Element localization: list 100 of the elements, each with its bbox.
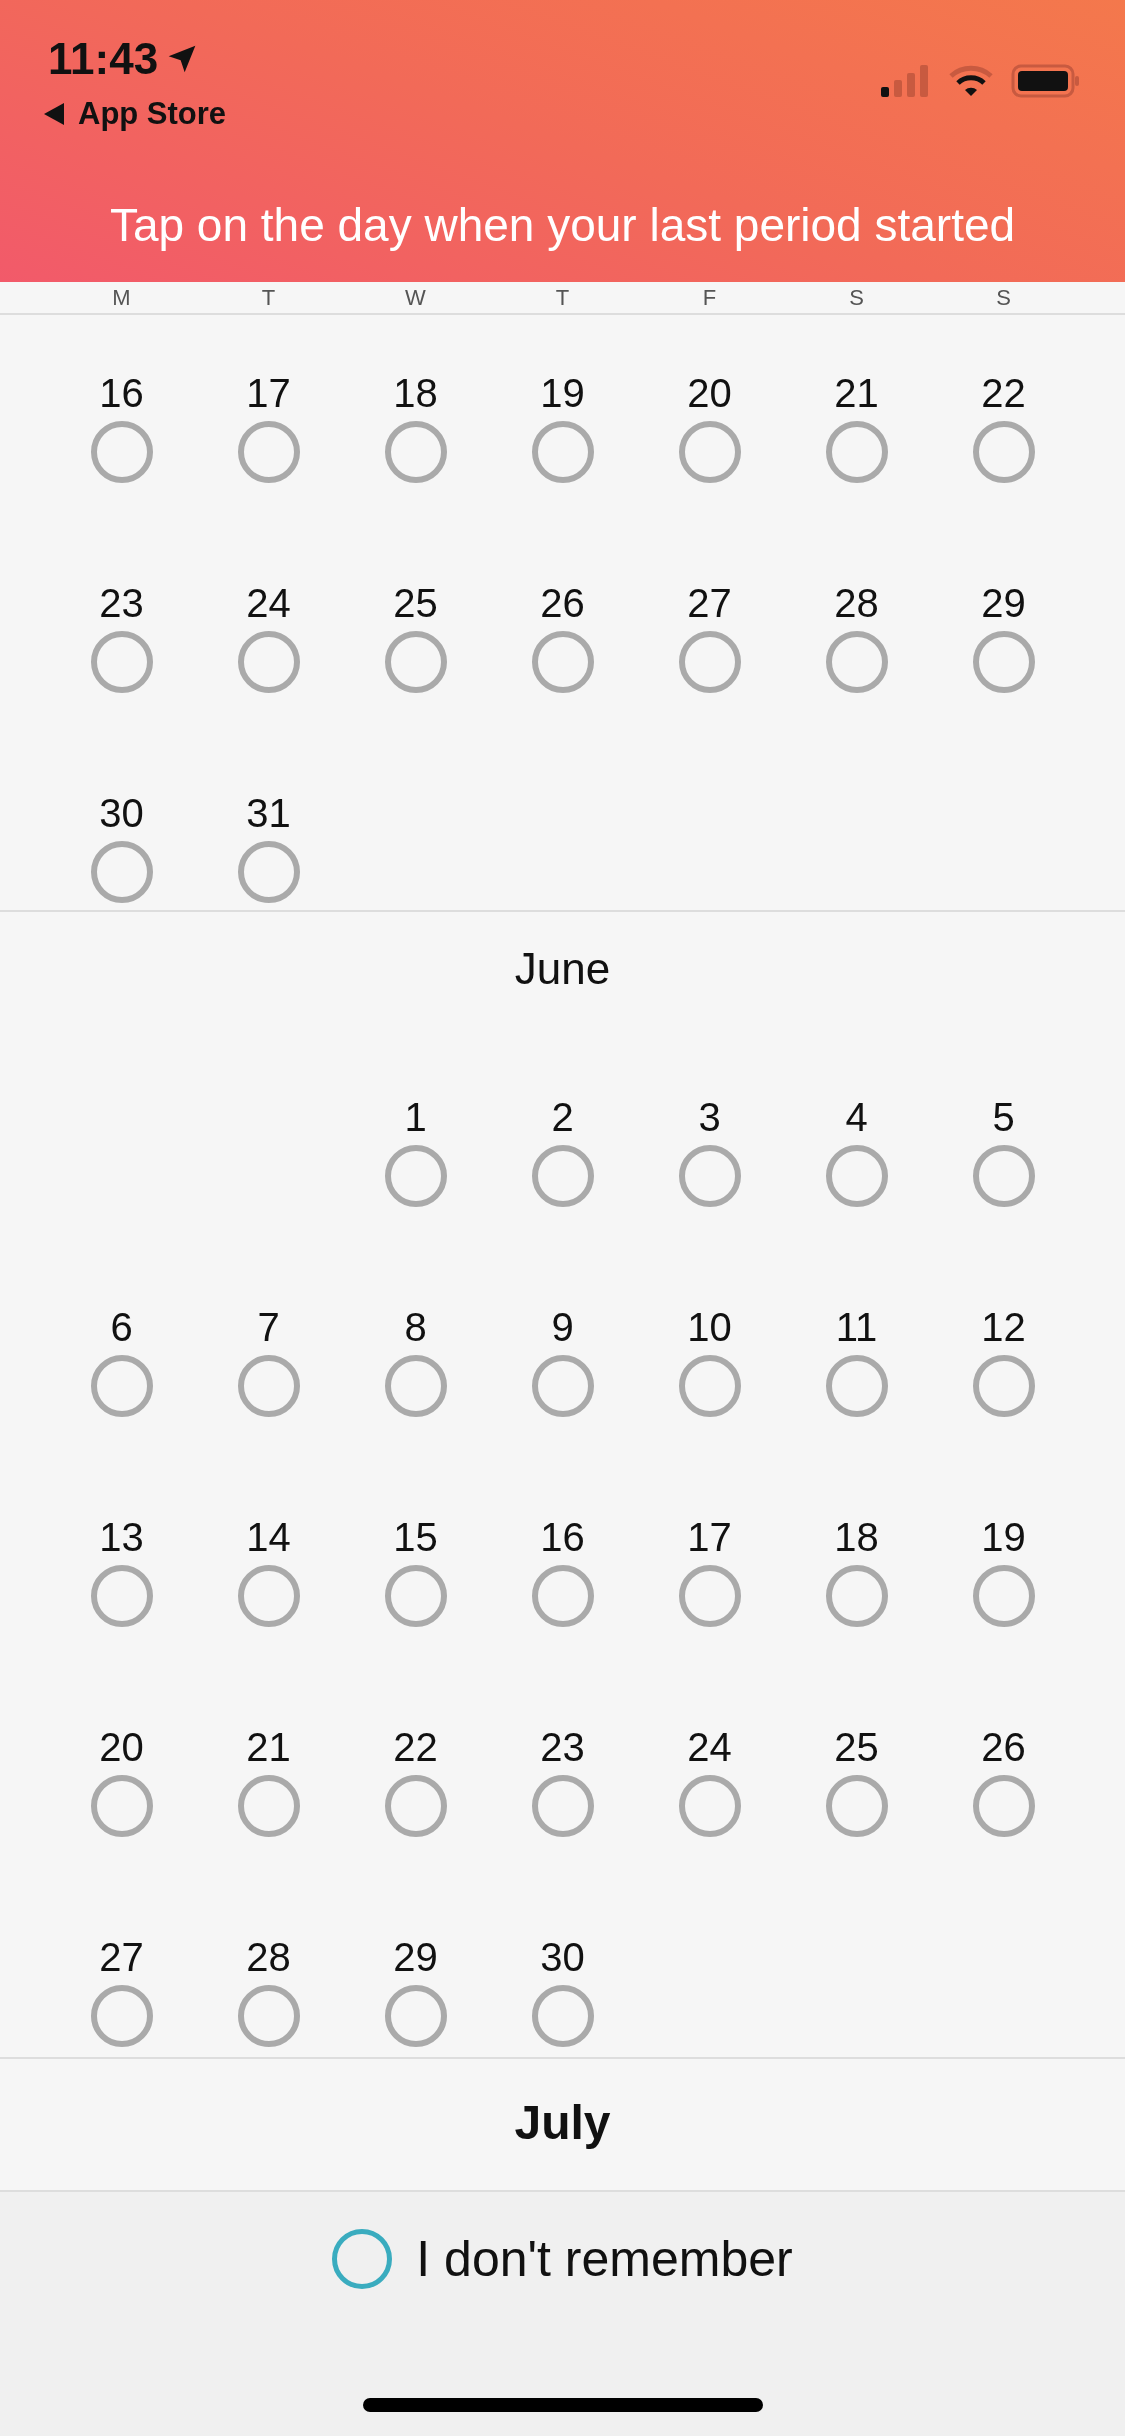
day-number: 21 [834, 371, 879, 415]
day-number: 19 [981, 1515, 1026, 1559]
day-circle[interactable] [825, 1355, 888, 1417]
day-circle[interactable] [531, 631, 594, 693]
day-circle[interactable] [825, 1565, 888, 1627]
back-link[interactable]: App Store [44, 96, 227, 132]
day-number: 13 [99, 1515, 144, 1559]
day-circle[interactable] [531, 1775, 594, 1837]
day-number: 6 [110, 1305, 133, 1349]
day-number: 28 [246, 1935, 291, 1979]
day-number: 20 [99, 1725, 144, 1769]
day-circle[interactable] [825, 631, 888, 693]
day-number: 9 [551, 1305, 574, 1349]
day-number: 21 [246, 1725, 291, 1769]
option-label: I don't remember [416, 2230, 793, 2288]
day-circle[interactable] [384, 631, 447, 693]
day-circle[interactable] [90, 631, 153, 693]
weekday-label: S [848, 286, 865, 309]
day-number: 20 [687, 371, 732, 415]
day-number: 4 [845, 1095, 868, 1139]
weekday-label: T [554, 286, 571, 309]
day-number: 2 [551, 1095, 574, 1139]
day-circle[interactable] [384, 1355, 447, 1417]
day-circle[interactable] [384, 1145, 447, 1207]
wifi-icon [949, 65, 993, 97]
day-number: 30 [99, 791, 144, 835]
day-circle[interactable] [237, 841, 300, 903]
day-number: 16 [99, 371, 144, 415]
day-circle[interactable] [237, 1985, 300, 2047]
day-circle[interactable] [237, 1565, 300, 1627]
day-circle[interactable] [678, 631, 741, 693]
day-number: 29 [393, 1935, 438, 1979]
day-circle[interactable] [237, 1355, 300, 1417]
day-circle[interactable] [531, 1985, 594, 2047]
day-number: 27 [99, 1935, 144, 1979]
day-number: 3 [698, 1095, 721, 1139]
day-number: 8 [404, 1305, 427, 1349]
day-number: 7 [257, 1305, 280, 1349]
day-circle[interactable] [384, 421, 447, 483]
day-circle[interactable] [825, 421, 888, 483]
day-number: 23 [99, 581, 144, 625]
day-number: 31 [246, 791, 291, 835]
day-circle[interactable] [825, 1145, 888, 1207]
radio-button[interactable] [332, 2229, 393, 2289]
day-number: 12 [981, 1305, 1026, 1349]
day-circle[interactable] [678, 1145, 741, 1207]
weekday-label: W [404, 286, 427, 309]
day-circle[interactable] [90, 421, 153, 483]
day-number: 11 [835, 1305, 878, 1349]
day-number: 29 [981, 581, 1026, 625]
day-circle[interactable] [90, 1355, 153, 1417]
day-circle[interactable] [678, 1355, 741, 1417]
day-circle[interactable] [825, 1775, 888, 1837]
day-circle[interactable] [384, 1565, 447, 1627]
day-circle[interactable] [237, 631, 300, 693]
day-number: 18 [393, 371, 438, 415]
day-number: 25 [834, 1725, 879, 1769]
day-circle[interactable] [90, 1775, 153, 1837]
day-circle[interactable] [972, 421, 1035, 483]
day-circle[interactable] [531, 1145, 594, 1207]
day-circle[interactable] [972, 631, 1035, 693]
day-circle[interactable] [531, 1355, 594, 1417]
month-title: June [513, 944, 612, 994]
day-number: 18 [834, 1515, 879, 1559]
day-number: 19 [540, 371, 585, 415]
back-triangle-icon [44, 103, 64, 125]
day-circle[interactable] [972, 1565, 1035, 1627]
weekday-label: F [701, 286, 718, 309]
day-number: 26 [981, 1725, 1026, 1769]
day-number: 22 [981, 371, 1026, 415]
day-circle[interactable] [972, 1355, 1035, 1417]
day-circle[interactable] [531, 421, 594, 483]
day-number: 14 [246, 1515, 291, 1559]
day-number: 17 [246, 371, 291, 415]
day-number: 1 [404, 1095, 427, 1139]
day-number: 30 [540, 1935, 585, 1979]
day-number: 22 [393, 1725, 438, 1769]
weekday-label: T [260, 286, 277, 309]
day-circle[interactable] [972, 1145, 1035, 1207]
day-circle[interactable] [678, 421, 741, 483]
header-title: Tap on the day when your last period started [108, 198, 1017, 252]
day-circle[interactable] [90, 841, 153, 903]
day-circle[interactable] [90, 1985, 153, 2047]
battery-icon [1011, 64, 1081, 98]
status-time: 11:43 [48, 34, 159, 84]
day-circle[interactable] [972, 1775, 1035, 1837]
day-circle[interactable] [678, 1565, 741, 1627]
day-number: 5 [992, 1095, 1015, 1139]
day-circle[interactable] [531, 1565, 594, 1627]
day-circle[interactable] [237, 421, 300, 483]
day-circle[interactable] [384, 1775, 447, 1837]
day-number: 26 [540, 581, 585, 625]
day-circle[interactable] [237, 1775, 300, 1837]
day-circle[interactable] [678, 1775, 741, 1837]
weekday-label: S [995, 286, 1012, 309]
day-number: 24 [687, 1725, 732, 1769]
month-title: July [514, 2098, 611, 2148]
day-circle[interactable] [90, 1565, 153, 1627]
day-number: 10 [687, 1305, 732, 1349]
day-circle[interactable] [384, 1985, 447, 2047]
